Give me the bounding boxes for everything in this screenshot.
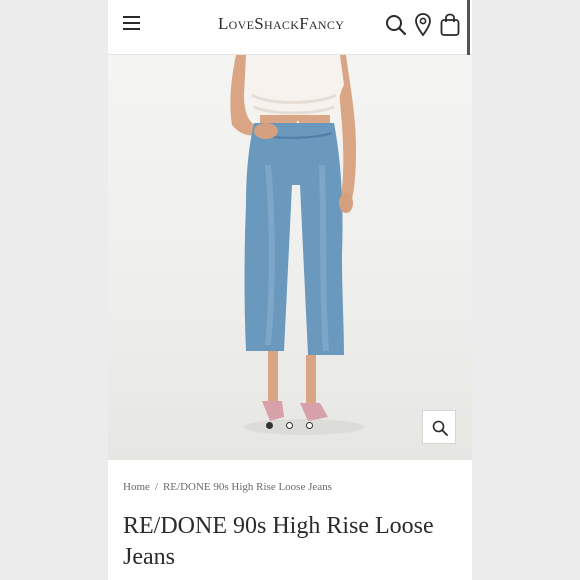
- breadcrumb: Home / RE/DONE 90s High Rise Loose Jeans: [123, 481, 332, 493]
- magnifier-icon: [432, 420, 448, 436]
- search-icon[interactable]: [385, 14, 407, 41]
- brand-logo[interactable]: LoveShackFancy: [218, 14, 362, 34]
- product-image[interactable]: [108, 55, 472, 460]
- breadcrumb-current: RE/DONE 90s High Rise Loose Jeans: [162, 481, 332, 493]
- location-pin-icon[interactable]: [415, 13, 431, 42]
- hamburger-menu-icon[interactable]: [123, 16, 140, 30]
- zoom-button[interactable]: [422, 410, 456, 444]
- breadcrumb-separator: /: [154, 481, 158, 493]
- model-photo: [230, 55, 364, 435]
- carousel-dot-3[interactable]: [306, 422, 313, 429]
- site-header: LoveShackFancy: [108, 0, 472, 96]
- shopping-bag-icon[interactable]: [440, 13, 460, 42]
- mobile-viewport: LoveShackFancy Home / RE/DONE 90s High R…: [108, 0, 472, 580]
- carousel-dot-1[interactable]: [266, 422, 273, 429]
- product-title: RE/DONE 90s High Rise Loose Jeans: [123, 513, 434, 570]
- breadcrumb-home-link[interactable]: Home: [123, 481, 150, 493]
- carousel-dot-2[interactable]: [286, 422, 293, 429]
